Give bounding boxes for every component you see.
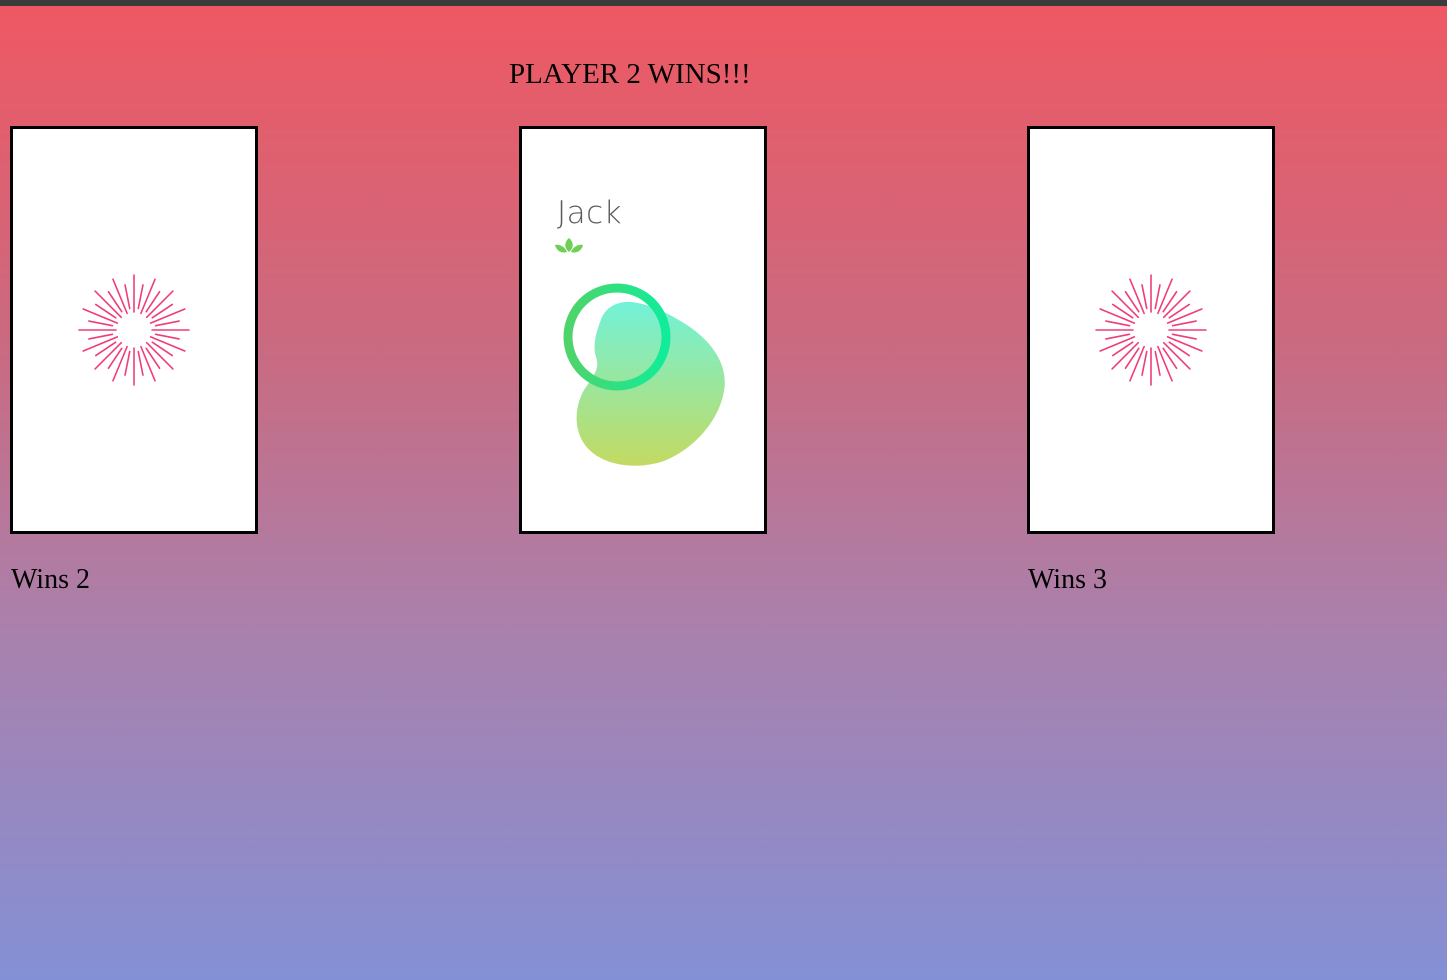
burst-ray	[1141, 350, 1148, 376]
burst-ray	[124, 350, 131, 376]
sunburst-icon	[78, 274, 190, 386]
burst-ray	[137, 350, 144, 376]
burst-ray	[1141, 284, 1148, 310]
burst-ray	[88, 333, 114, 340]
player-1-card[interactable]	[10, 126, 258, 534]
burst-ray	[1171, 320, 1197, 327]
burst-ray	[1154, 350, 1161, 376]
card-name: Jack	[557, 195, 623, 231]
window-top-bar	[0, 0, 1447, 6]
burst-ray	[154, 320, 180, 327]
leaf-icon	[555, 238, 583, 253]
burst-ray	[1105, 333, 1131, 340]
burst-ray	[154, 333, 180, 340]
card-art	[555, 238, 725, 466]
burst-ray	[1171, 333, 1197, 340]
burst-ray	[1105, 320, 1131, 327]
player-1-wins: Wins 2	[11, 564, 90, 595]
player-2-card[interactable]	[1027, 126, 1275, 534]
burst-ray	[1154, 284, 1161, 310]
burst-ray	[124, 284, 131, 310]
center-card-jack[interactable]: Jack	[519, 126, 767, 534]
burst-ray	[88, 320, 114, 327]
winner-announcement: PLAYER 2 WINS!!!	[509, 58, 751, 90]
sunburst-icon	[1095, 274, 1207, 386]
player-2-wins: Wins 3	[1028, 564, 1107, 595]
burst-ray	[137, 284, 144, 310]
